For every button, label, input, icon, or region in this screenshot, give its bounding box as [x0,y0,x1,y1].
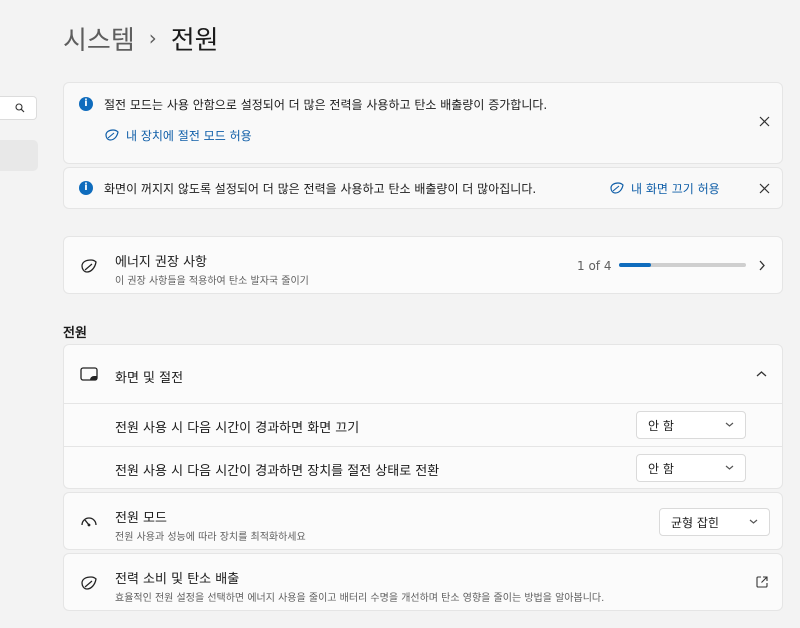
screen-sleep-header[interactable]: 화면 및 절전 [64,345,782,403]
progress-bar [619,263,746,267]
energy-recommendations-card[interactable]: 에너지 권장 사항 이 권장 사항들을 적용하여 탄소 발자국 줄이기 1 of… [63,236,783,294]
energy-subtitle: 이 권장 사항들을 적용하여 탄소 발자국 줄이기 [115,276,309,287]
notice-message: 절전 모드는 사용 안함으로 설정되어 더 많은 전력을 사용하고 탄소 배출량… [104,98,548,112]
screen-off-value: 안 함 [648,418,674,433]
screen-sleep-expander: 화면 및 절전 전원 사용 시 다음 시간이 경과하면 화면 끄기 안 함 전원… [63,344,783,489]
divider [64,403,782,404]
screen-off-label: 전원 사용 시 다음 시간이 경과하면 화면 끄기 [115,421,360,436]
close-icon[interactable] [754,178,774,198]
info-icon: i [79,97,93,111]
external-link-icon [756,576,768,588]
progress-fill [619,263,651,267]
close-icon[interactable] [754,111,774,131]
leaf-icon [105,129,119,141]
power-consumption-title: 전력 소비 및 탄소 배출 [115,572,240,587]
sleep-notice: i 절전 모드는 사용 안함으로 설정되어 더 많은 전력을 사용하고 탄소 배… [63,82,783,164]
allow-sleep-label: 내 장치에 절전 모드 허용 [126,129,252,143]
power-consumption-card[interactable]: 전력 소비 및 탄소 배출 효율적인 전원 설정을 선택하면 에너지 사용을 줄… [63,553,783,611]
sleep-value: 안 함 [648,461,674,476]
screen-off-notice: i 화면이 꺼지지 않도록 설정되어 더 많은 전력을 사용하고 탄소 배출량이… [63,167,783,209]
search-icon [15,103,25,113]
notice-message: 화면이 꺼지지 않도록 설정되어 더 많은 전력을 사용하고 탄소 배출량이 더… [104,182,537,196]
progress-label: 1 of 4 [577,259,612,273]
chevron-right-icon [759,260,765,271]
screen-sleep-title: 화면 및 절전 [115,371,184,386]
power-mode-subtitle: 전원 사용과 성능에 따라 장치를 최적화하세요 [115,532,306,543]
section-title: 전원 [63,326,87,341]
breadcrumb-parent[interactable]: 시스템 [63,20,135,57]
sleep-label: 전원 사용 시 다음 시간이 경과하면 장치를 절전 상태로 전환 [115,464,440,479]
chevron-up-icon [756,371,767,377]
power-mode-dropdown[interactable]: 균형 잡힌 [659,508,770,536]
energy-title: 에너지 권장 사항 [115,255,207,270]
power-consumption-subtitle: 효율적인 전원 설정을 선택하면 에너지 사용을 줄이고 배터리 수명을 개선하… [115,593,605,604]
allow-sleep-link[interactable]: 내 장치에 절전 모드 허용 [104,127,252,144]
power-mode-title: 전원 모드 [115,511,167,526]
sleep-dropdown[interactable]: 안 함 [636,454,746,482]
breadcrumb-separator: › [148,26,157,50]
leaf-icon [81,576,97,590]
info-icon: i [79,181,93,195]
search-box[interactable] [0,96,37,120]
power-mode-value: 균형 잡힌 [671,515,719,530]
chevron-down-icon [725,465,734,470]
power-mode-card: 전원 모드 전원 사용과 성능에 따라 장치를 최적화하세요 균형 잡힌 [63,492,783,550]
breadcrumb: 시스템 › 전원 [63,20,219,56]
page-title: 전원 [170,25,219,56]
allow-screen-off-label: 내 화면 끄기 허용 [631,182,720,196]
nav-selected-item[interactable] [0,140,38,171]
chevron-down-icon [725,422,734,427]
leaf-icon [610,182,624,194]
leaf-icon [81,259,97,273]
screen-sleep-icon [80,367,98,381]
power-mode-icon [81,517,97,527]
screen-off-dropdown[interactable]: 안 함 [636,411,746,439]
chevron-down-icon [749,519,758,524]
divider [64,446,782,447]
allow-screen-off-link[interactable]: 내 화면 끄기 허용 [609,180,720,197]
